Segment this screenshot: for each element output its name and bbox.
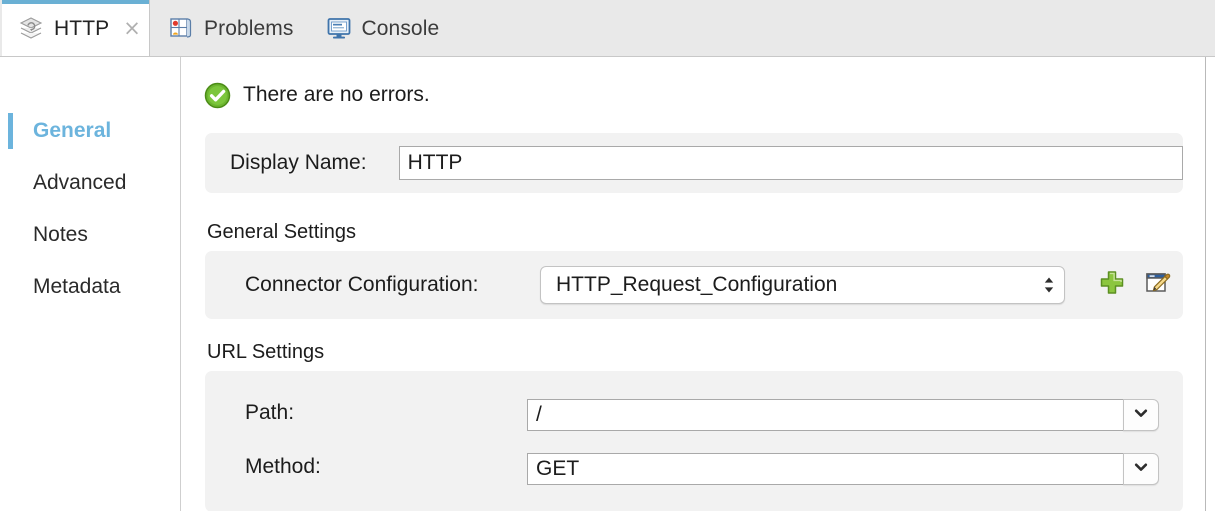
sidebar-item-general[interactable]: General xyxy=(0,105,180,157)
tab-label-http: HTTP xyxy=(54,16,110,40)
sidebar-item-notes[interactable]: Notes xyxy=(0,209,180,261)
display-name-panel: Display Name: xyxy=(205,133,1183,193)
tab-problems[interactable]: Problems xyxy=(150,0,308,56)
sidebar-item-label: General xyxy=(33,119,112,142)
sidebar-item-label: Metadata xyxy=(33,275,121,298)
problems-icon xyxy=(168,15,194,41)
right-rail xyxy=(1206,57,1215,511)
path-dropdown-button[interactable] xyxy=(1123,399,1159,431)
console-monitor-icon xyxy=(326,15,352,41)
connector-configuration-select[interactable]: HTTP_Request_Configuration xyxy=(540,266,1065,304)
display-name-input[interactable] xyxy=(398,146,1183,180)
path-combobox[interactable]: / xyxy=(527,399,1159,431)
success-check-icon xyxy=(204,82,231,109)
display-name-row: Display Name: xyxy=(205,133,1183,193)
edit-pencil-icon xyxy=(1144,269,1172,302)
tab-label-problems: Problems xyxy=(204,16,294,40)
general-settings-panel: Connector Configuration: HTTP_Request_Co… xyxy=(205,251,1183,319)
method-value[interactable]: GET xyxy=(527,453,1123,485)
tab-console[interactable]: Console xyxy=(308,0,454,56)
tab-label-console: Console xyxy=(361,16,440,40)
add-plus-icon xyxy=(1098,269,1126,302)
tab-http[interactable]: HTTP × xyxy=(2,0,150,56)
method-row: Method: xyxy=(245,455,321,479)
url-settings-title: URL Settings xyxy=(207,341,325,363)
editor-tab-bar: HTTP × Problems Console xyxy=(0,0,1215,57)
method-combobox[interactable]: GET xyxy=(527,453,1159,485)
display-name-label: Display Name: xyxy=(230,151,367,174)
validation-status: There are no errors. xyxy=(182,57,1205,112)
chevron-down-icon xyxy=(1133,405,1149,426)
path-label: Path: xyxy=(245,401,295,424)
stepper-updown-icon xyxy=(1034,276,1064,294)
sidebar-item-metadata[interactable]: Metadata xyxy=(0,261,180,313)
method-label: Method: xyxy=(245,455,321,478)
tab-close-icon[interactable]: × xyxy=(123,17,141,39)
sidebar-item-label: Notes xyxy=(33,223,88,246)
connector-configuration-value: HTTP_Request_Configuration xyxy=(556,273,838,296)
connector-configuration-label: Connector Configuration: xyxy=(245,273,479,296)
connector-properties-window: HTTP × Problems Console General Advanced… xyxy=(0,0,1215,511)
path-value[interactable]: / xyxy=(527,399,1123,431)
settings-sidebar: General Advanced Notes Metadata xyxy=(0,57,181,511)
sidebar-item-label: Advanced xyxy=(33,171,127,194)
general-settings-title: General Settings xyxy=(207,221,356,243)
validation-status-text: There are no errors. xyxy=(243,83,430,106)
edit-configuration-button[interactable] xyxy=(1143,270,1173,300)
url-settings-panel: Path: / Method: GET xyxy=(205,371,1183,511)
path-row: Path: xyxy=(245,401,294,425)
method-dropdown-button[interactable] xyxy=(1123,453,1159,485)
http-connector-icon xyxy=(18,15,44,41)
sidebar-item-advanced[interactable]: Advanced xyxy=(0,157,180,209)
general-settings-pane: There are no errors. Display Name: Gener… xyxy=(182,57,1206,511)
chevron-down-icon xyxy=(1133,459,1149,480)
add-configuration-button[interactable] xyxy=(1097,270,1127,300)
